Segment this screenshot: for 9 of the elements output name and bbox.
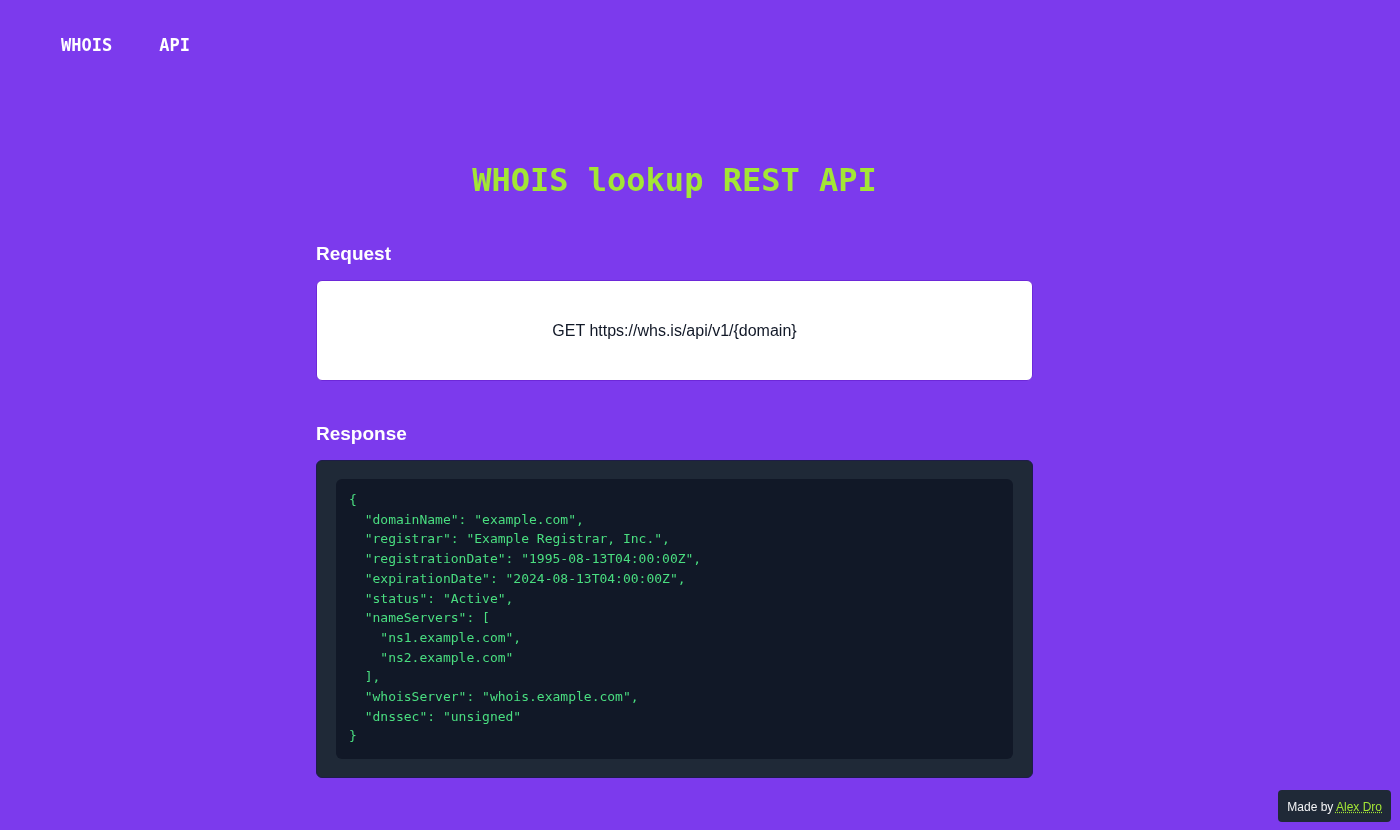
author-link[interactable]: Alex Dro xyxy=(1336,800,1382,814)
section-heading: Response xyxy=(316,422,407,446)
endpoint-text: GET https://whs.is/api/v1/{domain} xyxy=(552,321,797,340)
section-heading: Request xyxy=(316,242,391,266)
nav-link[interactable]: WHOIS xyxy=(61,34,113,56)
page-title: WHOIS lookup REST API xyxy=(472,160,877,200)
credit-text: Made by Alex Dro xyxy=(1287,800,1382,814)
nav-link[interactable]: API xyxy=(159,34,190,56)
json-code: { "domainName": "example.com", "registrar": "Example Registrar, Inc.", "registrationDate": "1995-08-13T04:00:00Z", "expirationDate": "2024-08-13T04:00:00Z", "status": "Active", "nameServers": [ "ns1.example.com", "ns2.example.com" ], "whoisServer": "whois.example.com", "dnssec": "unsigned" } xyxy=(349,491,703,746)
